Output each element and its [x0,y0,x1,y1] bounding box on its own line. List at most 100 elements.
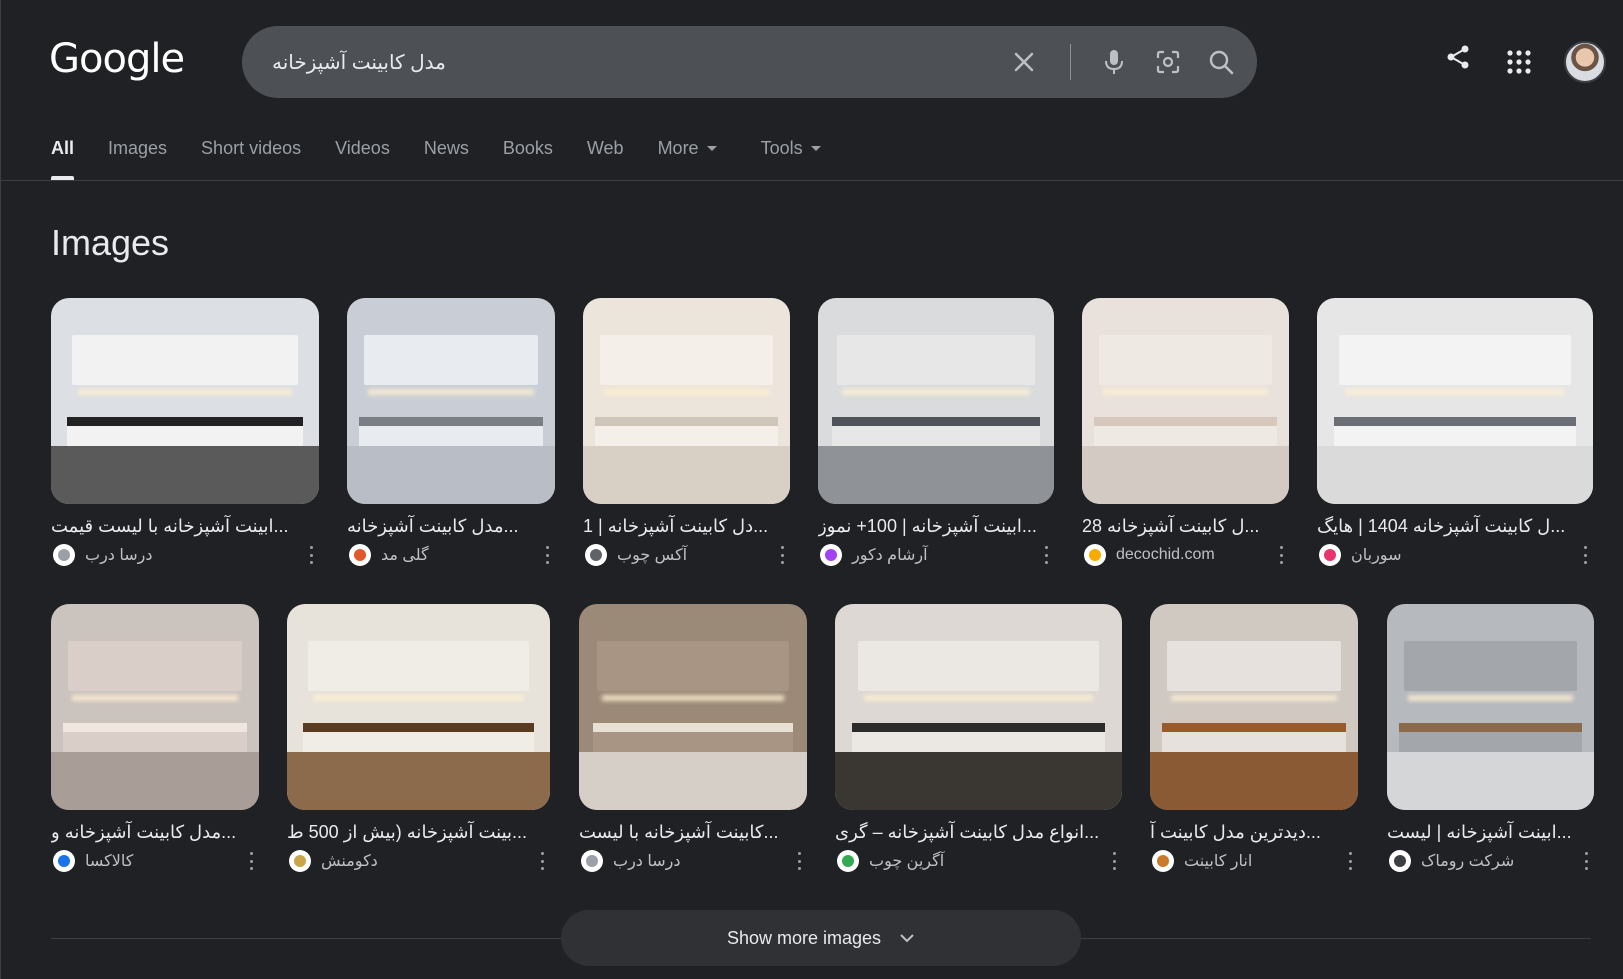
result-thumbnail[interactable] [51,604,259,810]
more-options-icon[interactable] [541,546,553,564]
microphone-icon[interactable] [1100,48,1128,76]
thumbnail-upper-cabinets [597,641,789,691]
source-favicon-icon [820,544,842,566]
result-source[interactable]: شرکت روماک [1387,848,1594,874]
clear-icon[interactable] [1010,48,1038,76]
result-caption[interactable]: ...ابینت آشپزخانه با لیست قیمت [51,514,319,538]
result-source[interactable]: کالاکسا [51,848,259,874]
result-caption[interactable]: ...دیدترین مدل کابینت آ [1150,820,1358,844]
search-tabs: All Images Short videos Videos News Book… [51,136,855,180]
more-options-icon[interactable] [1579,546,1591,564]
more-options-icon[interactable] [1275,546,1287,564]
result-source[interactable]: درسا درب [51,542,319,568]
more-options-icon[interactable] [245,852,257,870]
source-name: آرشام دکور [852,547,928,564]
result-source[interactable]: آکس چوب [583,542,790,568]
image-result-card[interactable]: ...ابینت آشپزخانه | لیست شرکت روماک [1387,604,1594,874]
more-options-icon[interactable] [536,852,548,870]
source-favicon-icon [837,850,859,872]
more-options-icon[interactable] [1040,546,1052,564]
result-source[interactable]: گلی مد [347,542,555,568]
result-thumbnail[interactable] [579,604,807,810]
image-result-card[interactable]: ...ابینت آشپزخانه | 100+ نموز آرشام دکور [818,298,1054,568]
result-caption[interactable]: ...ل کابینت آشپزخانه 1404 | هایگ [1317,514,1593,538]
more-options-icon[interactable] [776,546,788,564]
result-thumbnail[interactable] [1387,604,1594,810]
result-thumbnail[interactable] [1082,298,1289,504]
thumbnail-counter [67,417,303,426]
account-avatar[interactable] [1564,41,1606,83]
search-input[interactable]: مدل کابینت آشپزخانه [272,26,446,98]
result-source[interactable]: دکومنش [287,848,550,874]
result-source[interactable]: انار کابینت [1150,848,1358,874]
search-icon[interactable] [1207,48,1235,76]
result-source[interactable]: آگرین چوب [835,848,1122,874]
tab-news[interactable]: News [424,136,469,180]
image-result-card[interactable]: ...بینت آشپزخانه (بیش از 500 ط دکومنش [287,604,550,874]
image-result-card[interactable]: ...دل کابینت آشپزخانه | 1 آکس چوب [583,298,790,568]
result-caption[interactable]: ...انواع مدل کابینت آشپزخانه – گری [835,820,1122,844]
result-caption[interactable]: ...دل کابینت آشپزخانه | 1 [583,514,790,538]
result-thumbnail[interactable] [287,604,550,810]
image-result-card[interactable]: ...ل کابینت آشپزخانه 28 decochid.com [1082,298,1289,568]
source-name: دکومنش [321,853,378,870]
thumbnail-floor [51,752,259,810]
image-result-card[interactable]: ...انواع مدل کابینت آشپزخانه – گری آگرین… [835,604,1122,874]
result-thumbnail[interactable] [818,298,1054,504]
more-options-icon[interactable] [305,546,317,564]
result-source[interactable]: سوربان [1317,542,1593,568]
tab-videos[interactable]: Videos [335,136,390,180]
result-caption[interactable]: ...ابینت آشپزخانه | لیست [1387,820,1594,844]
result-source[interactable]: درسا درب [579,848,807,874]
thumbnail-counter [302,723,535,732]
source-name: آکس چوب [617,547,688,564]
result-caption[interactable]: ...مدل کابینت آشپزخانه [347,514,555,538]
more-options-icon[interactable] [1108,852,1120,870]
result-caption[interactable]: ...مدل کابینت آشپزخانه و [51,820,259,844]
thumbnail-floor [835,752,1122,810]
show-more-images-button[interactable]: Show more images [561,910,1081,966]
thumbnail-floor [583,446,790,504]
tab-images[interactable]: Images [108,136,167,180]
google-logo[interactable]: Google [49,36,185,82]
result-caption[interactable]: ...ل کابینت آشپزخانه 28 [1082,514,1289,538]
more-options-icon[interactable] [793,852,805,870]
image-result-card[interactable]: ...کابینت آشپزخانه با لیست درسا درب [579,604,807,874]
result-caption[interactable]: ...کابینت آشپزخانه با لیست [579,820,807,844]
image-result-card[interactable]: ...ابینت آشپزخانه با لیست قیمت درسا درب [51,298,319,568]
result-thumbnail[interactable] [583,298,790,504]
tab-tools[interactable]: Tools [761,136,821,180]
source-name: کالاکسا [85,853,134,870]
image-result-card[interactable]: ...مدل کابینت آشپزخانه و کالاکسا [51,604,259,874]
camera-search-icon[interactable] [1154,48,1182,76]
share-icon[interactable] [1443,42,1473,72]
image-result-card[interactable]: ...دیدترین مدل کابینت آ انار کابینت [1150,604,1358,874]
result-source[interactable]: آرشام دکور [818,542,1054,568]
result-caption[interactable]: ...بینت آشپزخانه (بیش از 500 ط [287,820,550,844]
tab-web[interactable]: Web [587,136,624,180]
result-thumbnail[interactable] [1150,604,1358,810]
thumbnail-upper-cabinets [1166,641,1342,691]
tab-all[interactable]: All [51,136,75,180]
result-caption[interactable]: ...ابینت آشپزخانه | 100+ نموز [818,514,1054,538]
thumbnail-floor [1317,446,1593,504]
tab-more[interactable]: More [658,136,717,180]
result-thumbnail[interactable] [347,298,555,504]
more-options-icon[interactable] [1580,852,1592,870]
thumbnail-counter [1162,723,1346,732]
result-thumbnail[interactable] [51,298,319,504]
apps-grid-icon[interactable] [1504,47,1534,77]
source-favicon-mark [590,549,602,561]
result-thumbnail[interactable] [835,604,1122,810]
more-options-icon[interactable] [1344,852,1356,870]
search-bar[interactable]: مدل کابینت آشپزخانه [242,26,1257,98]
result-thumbnail[interactable] [1317,298,1593,504]
source-favicon-icon [585,544,607,566]
image-result-card[interactable]: ...مدل کابینت آشپزخانه گلی مد [347,298,555,568]
result-source[interactable]: decochid.com [1082,542,1289,568]
tab-short-videos[interactable]: Short videos [201,136,301,180]
source-name: decochid.com [1116,546,1215,563]
tab-books[interactable]: Books [503,136,553,180]
image-result-card[interactable]: ...ل کابینت آشپزخانه 1404 | هایگ سوربان [1317,298,1593,568]
source-favicon-mark [1324,549,1336,561]
